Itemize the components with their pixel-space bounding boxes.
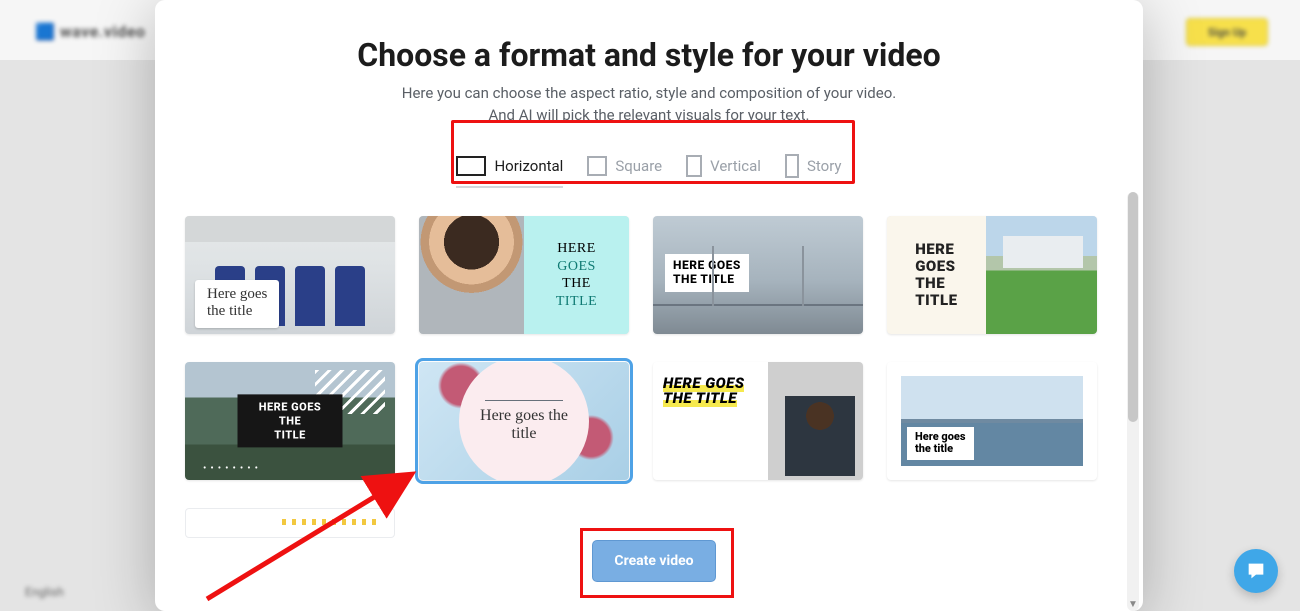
format-label: Horizontal bbox=[494, 157, 563, 175]
aspect-story-icon bbox=[785, 154, 799, 178]
template-card-partial[interactable] bbox=[185, 508, 395, 538]
chevron-down-icon[interactable]: ▼ bbox=[1127, 597, 1139, 611]
format-picker: Horizontal Square Vertical Story bbox=[437, 144, 861, 192]
format-option-horizontal[interactable]: Horizontal bbox=[456, 154, 563, 188]
aspect-horizontal-icon bbox=[456, 156, 486, 176]
format-style-modal: Choose a format and style for your video… bbox=[155, 0, 1143, 611]
create-video-button[interactable]: Create video bbox=[592, 540, 716, 582]
language-picker[interactable]: English bbox=[25, 585, 64, 599]
aspect-vertical-icon bbox=[686, 155, 702, 177]
support-chat-button[interactable] bbox=[1234, 549, 1278, 593]
format-option-story[interactable]: Story bbox=[785, 154, 842, 178]
templates-scrollbar[interactable]: ▼ bbox=[1127, 192, 1139, 611]
template-card[interactable]: Here goesthe title bbox=[185, 216, 395, 334]
aspect-square-icon bbox=[587, 156, 607, 176]
template-title: HERE GOES THE TITLE bbox=[915, 241, 957, 310]
modal-subtitle: Here you can choose the aspect ratio, st… bbox=[215, 84, 1083, 102]
template-card-selected[interactable]: Here goes the title bbox=[419, 362, 629, 480]
chat-icon bbox=[1245, 560, 1267, 582]
template-card[interactable]: HERE GOESTHE TITLE bbox=[653, 362, 863, 480]
templates-grid: Here goesthe title HERE GOES THE TITLE H… bbox=[155, 192, 1143, 538]
template-card[interactable]: HERE GOESTHE TITLE bbox=[653, 216, 863, 334]
brand-logo: wave.video bbox=[35, 22, 145, 41]
template-card[interactable]: HERE GOES THETITLE bbox=[185, 362, 395, 480]
template-title: Here goes the title bbox=[459, 362, 589, 480]
scrollbar-thumb[interactable] bbox=[1128, 192, 1138, 422]
modal-subtitle: And AI will pick the relevant visuals fo… bbox=[215, 106, 1083, 124]
template-title: HERE GOES THETITLE bbox=[238, 394, 343, 447]
template-title: HERE GOESTHE TITLE bbox=[665, 254, 749, 292]
format-option-vertical[interactable]: Vertical bbox=[686, 154, 761, 178]
template-card[interactable]: HERE GOES THE TITLE bbox=[419, 216, 629, 334]
modal-title: Choose a format and style for your video bbox=[215, 36, 1083, 74]
template-title: Here goesthe title bbox=[907, 427, 974, 460]
signup-button[interactable]: Sign Up bbox=[1186, 18, 1268, 46]
template-card[interactable]: HERE GOES THE TITLE bbox=[887, 216, 1097, 334]
template-title: HERE GOES THE TITLE bbox=[556, 240, 597, 310]
template-title: HERE GOESTHE TITLE bbox=[663, 376, 758, 406]
template-title: Here goesthe title bbox=[195, 280, 279, 329]
format-label: Story bbox=[807, 157, 842, 175]
format-option-square[interactable]: Square bbox=[587, 154, 662, 178]
format-label: Square bbox=[615, 157, 662, 175]
template-card[interactable]: Here goesthe title bbox=[887, 362, 1097, 480]
format-label: Vertical bbox=[710, 157, 761, 175]
